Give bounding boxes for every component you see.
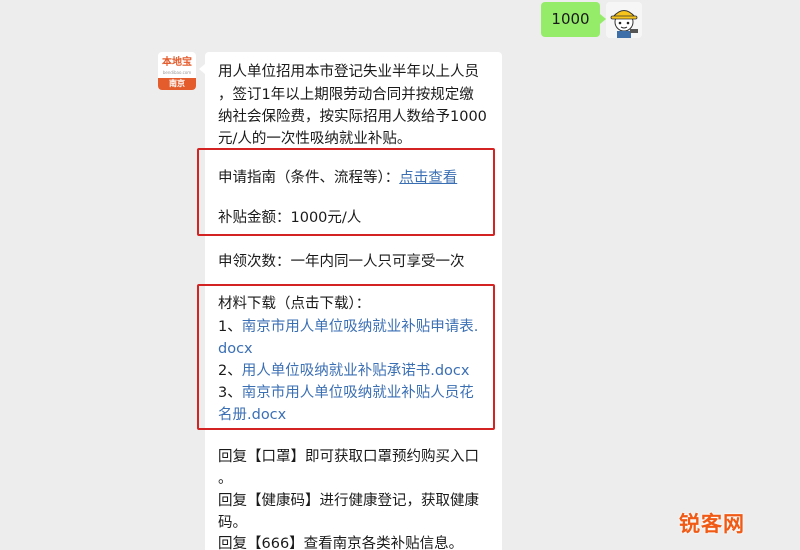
guide-label: 申请指南（条件、流程等）： <box>218 170 400 186</box>
reply-message-bubble: 用人单位招用本市登记失业半年以上人员 ，签订1年以上期限劳动合同并按规定缴 纳社… <box>197 52 502 550</box>
footer-line: 回复【健康码】进行健康登记，获取健康 <box>218 493 479 509</box>
claim-times: 申领次数：一年内同一人只可享受一次 <box>218 254 465 270</box>
bot-logo-city: 南京 <box>158 78 196 90</box>
download-item-number: 2、 <box>218 363 242 379</box>
guide-row: 申请指南（条件、流程等）：点击查看 <box>218 167 457 189</box>
download-item-3: 3、南京市用人单位吸纳就业补贴人员花 <box>218 382 474 404</box>
guide-link[interactable]: 点击查看 <box>399 170 457 186</box>
footer-line: 。 <box>218 471 233 487</box>
download-link-commitment[interactable]: 用人单位吸纳就业补贴承诺书.docx <box>242 363 470 379</box>
download-link-roster[interactable]: 南京市用人单位吸纳就业补贴人员花 <box>242 385 474 401</box>
download-item-number: 1、 <box>218 319 242 335</box>
download-item-1: 1、南京市用人单位吸纳就业补贴申请表. <box>218 316 478 338</box>
intro-line: 纳社会保险费，按实际招用人数给予1000 <box>218 109 487 125</box>
bot-logo-text: 本地宝 <box>162 57 192 68</box>
bot-avatar[interactable]: 本地宝 bendibao.com 南京 <box>158 52 196 90</box>
intro-line: ，签订1年以上期限劳动合同并按规定缴 <box>218 87 474 103</box>
footer-line: 码。 <box>218 515 247 531</box>
bot-logo-sub: bendibao.com <box>162 70 192 75</box>
download-link-application-form[interactable]: 南京市用人单位吸纳就业补贴申请表. <box>242 319 479 335</box>
subsidy-amount: 补贴金额：1000元/人 <box>218 210 362 226</box>
construction-worker-avatar-icon <box>606 2 642 38</box>
footer-line: 回复【666】查看南京各类补贴信息。 <box>218 536 464 550</box>
download-item-number: 3、 <box>218 385 242 401</box>
footer-line: 回复【口罩】即可获取口罩预约购买入口 <box>218 449 479 465</box>
download-link-roster-cont[interactable]: 名册.docx <box>218 404 286 426</box>
user-avatar[interactable] <box>606 2 642 38</box>
intro-line: 用人单位招用本市登记失业半年以上人员 <box>218 64 479 80</box>
download-title: 材料下载（点击下载）： <box>218 296 371 312</box>
download-item-2: 2、用人单位吸纳就业补贴承诺书.docx <box>218 360 469 382</box>
sent-message-bubble[interactable]: 1000 <box>541 2 606 37</box>
intro-line: 元/人的一次性吸纳就业补贴。 <box>218 131 412 147</box>
download-link-application-form-cont[interactable]: docx <box>218 338 253 360</box>
site-watermark: 锐客网 <box>679 512 745 536</box>
